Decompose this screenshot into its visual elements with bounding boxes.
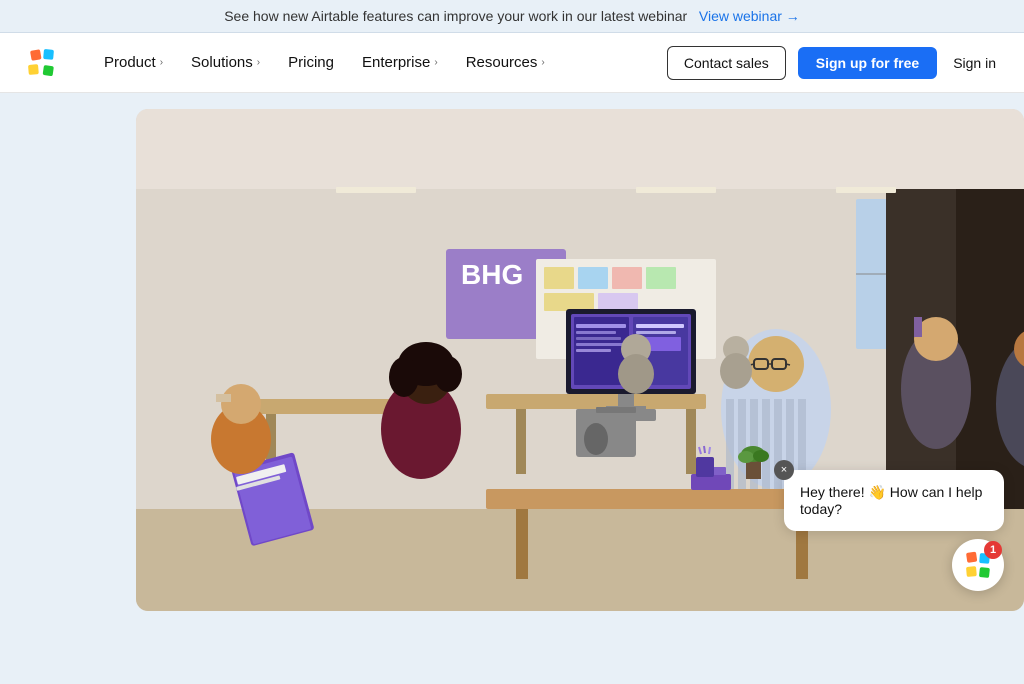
nav-product[interactable]: Product › xyxy=(92,46,175,79)
navigation: Product › Solutions › Pricing Enterprise… xyxy=(0,33,1024,93)
logo[interactable] xyxy=(24,45,60,81)
nav-solutions[interactable]: Solutions › xyxy=(179,46,272,79)
announcement-link[interactable]: View webinar → xyxy=(699,8,800,24)
chevron-down-icon: › xyxy=(257,57,260,68)
nav-solutions-label: Solutions xyxy=(191,54,253,71)
chat-close-button[interactable]: × xyxy=(774,460,794,480)
nav-resources-label: Resources xyxy=(466,54,538,71)
nav-links: Product › Solutions › Pricing Enterprise… xyxy=(92,46,667,79)
signup-button[interactable]: Sign up for free xyxy=(798,47,937,79)
nav-enterprise-label: Enterprise xyxy=(362,54,430,71)
chat-message: Hey there! 👋 How can I help today? xyxy=(800,484,982,517)
nav-resources[interactable]: Resources › xyxy=(454,46,557,79)
hero-section: BHG MEDIA xyxy=(136,109,1024,611)
announcement-text: See how new Airtable features can improv… xyxy=(224,8,687,24)
chevron-down-icon: › xyxy=(160,57,163,68)
chevron-down-icon: › xyxy=(541,57,544,68)
nav-pricing[interactable]: Pricing xyxy=(276,46,346,79)
nav-actions: Contact sales Sign up for free Sign in xyxy=(667,46,1000,80)
contact-sales-button[interactable]: Contact sales xyxy=(667,46,786,80)
announcement-bar: See how new Airtable features can improv… xyxy=(0,0,1024,33)
signin-link[interactable]: Sign in xyxy=(949,47,1000,79)
nav-enterprise[interactable]: Enterprise › xyxy=(350,46,450,79)
svg-text:BHG: BHG xyxy=(461,259,523,290)
chat-widget: × Hey there! 👋 How can I help today? 1 xyxy=(784,470,1004,591)
chevron-down-icon: › xyxy=(434,57,437,68)
chat-bubble: × Hey there! 👋 How can I help today? xyxy=(784,470,1004,531)
nav-pricing-label: Pricing xyxy=(288,54,334,71)
nav-product-label: Product xyxy=(104,54,156,71)
chat-notification-badge: 1 xyxy=(984,541,1002,559)
chat-launcher-button[interactable]: 1 xyxy=(952,539,1004,591)
